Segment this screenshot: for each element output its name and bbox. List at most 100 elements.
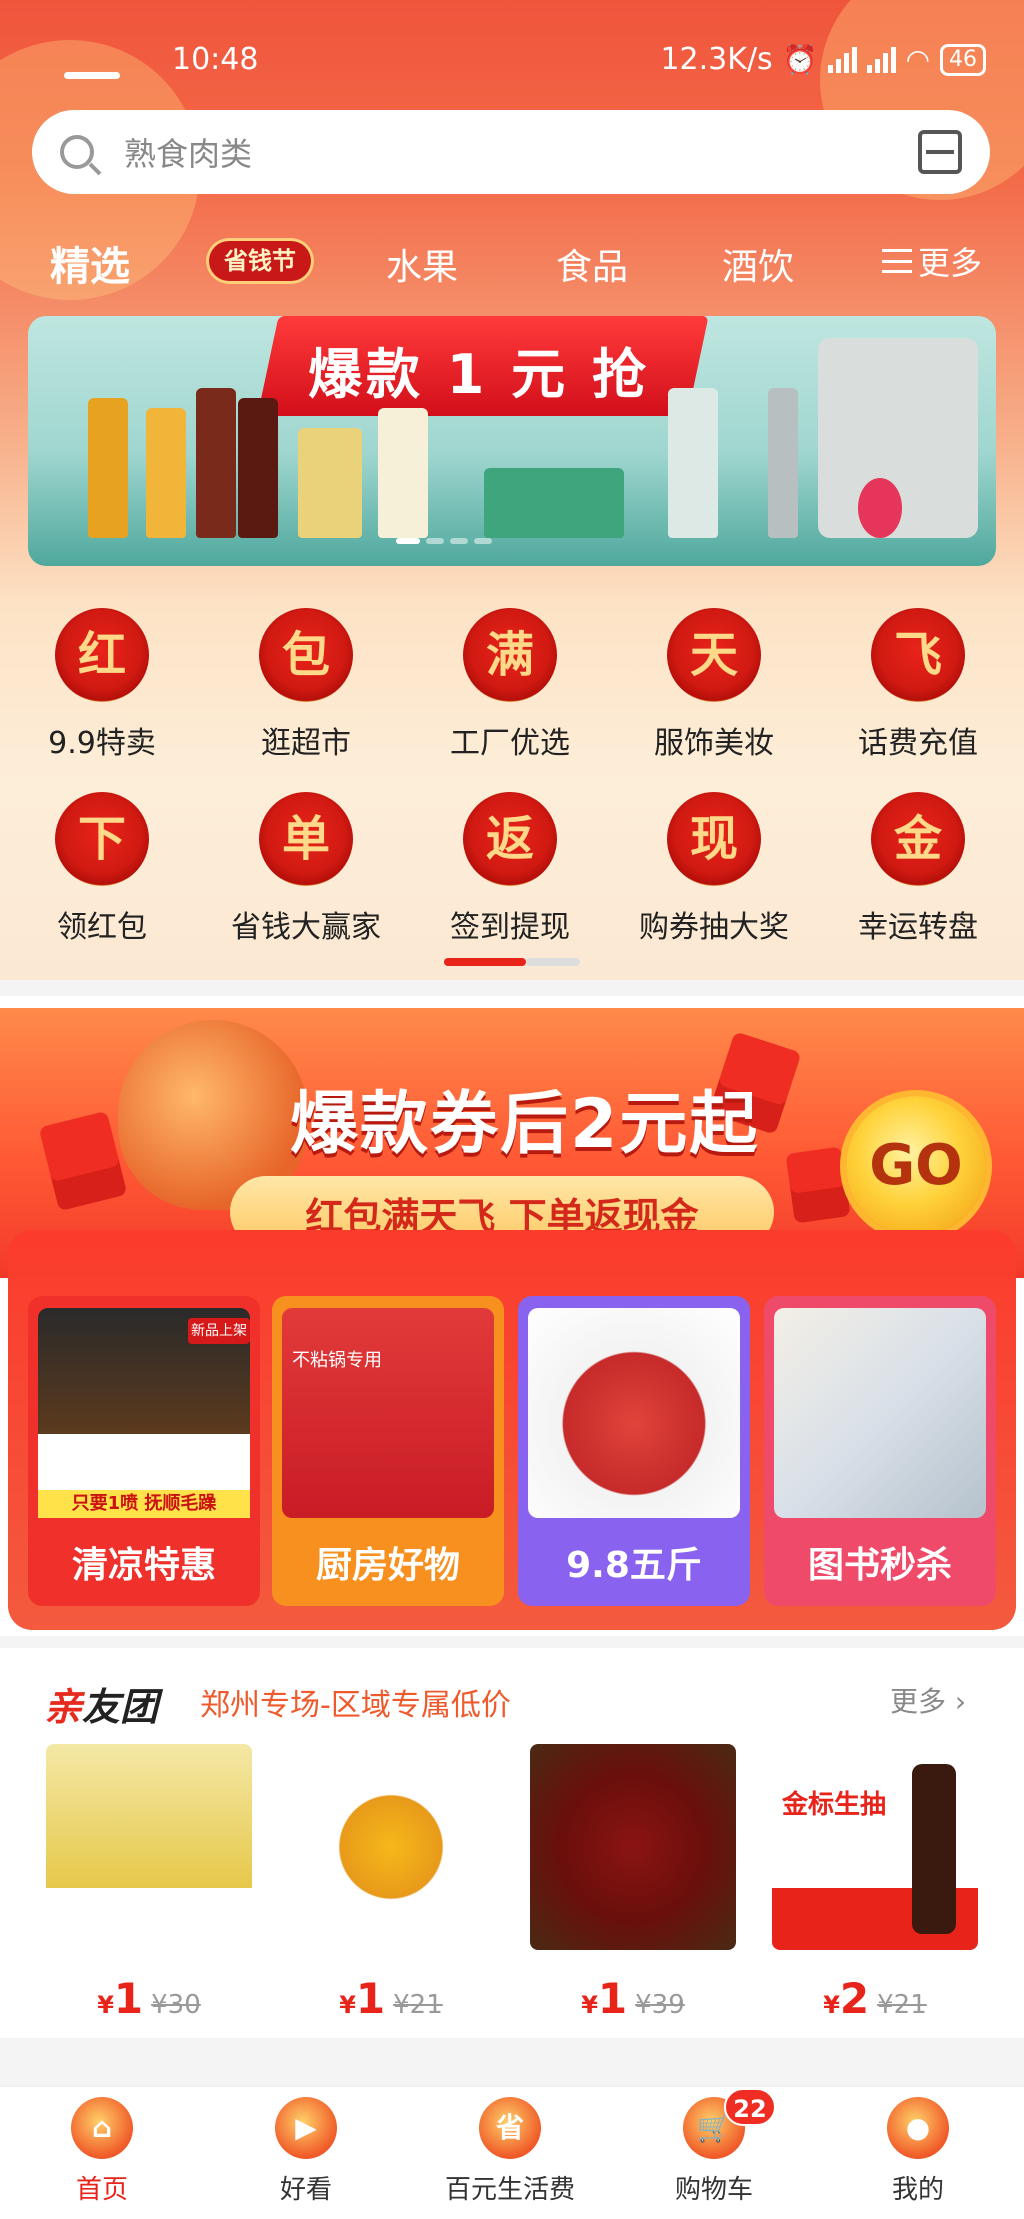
product-price: ¥1 ¥30 [46, 1974, 252, 2023]
battery-icon: 46 [940, 43, 986, 76]
coin-icon: 单 [259, 792, 353, 886]
banner-title: 爆款 1 元 抢 [308, 343, 650, 406]
group-more-link[interactable]: 更多 › [890, 1680, 966, 1720]
price-value: 1 [113, 1974, 144, 2023]
nav-home[interactable]: ⌂ 首页 [2, 2097, 202, 2206]
nav-cart[interactable]: 🛒 购物车 [614, 2097, 814, 2206]
search-icon [60, 135, 94, 169]
product-flower [858, 478, 902, 538]
tab-more-label: 更多 [918, 244, 983, 282]
group-logo-b: 友团 [82, 1684, 159, 1729]
video-glyph: ▶ [295, 2111, 317, 2144]
new-badge: 新品上架 [188, 1318, 250, 1344]
network-speed: 12.3K/s [660, 42, 773, 77]
cart-count-badge: 22 [724, 2088, 776, 2126]
product-bottle [146, 408, 186, 538]
card-label: 图书秒杀 [807, 1545, 952, 1586]
app-screen: 10:48 12.3K/s ⏰ ◠ 46 熟食肉类 精选 水果 食品 酒饮 省钱… [0, 0, 1024, 2219]
save-icon: 省 [479, 2097, 541, 2159]
currency-symbol: ¥ [97, 1991, 114, 2019]
tab-fruit[interactable]: 水果 [386, 238, 458, 290]
original-price: ¥39 [635, 1990, 685, 2020]
banner-pagination [396, 538, 492, 544]
card-label: 厨房好物 [315, 1545, 460, 1586]
search-bar[interactable]: 熟食肉类 [32, 110, 990, 194]
nav-label: 我的 [891, 2175, 944, 2205]
wifi-icon: ◠ [905, 43, 930, 76]
card-label: 清凉特惠 [71, 1545, 216, 1586]
category-item[interactable]: 返签到提现 [408, 792, 612, 946]
coin-icon: 飞 [871, 608, 965, 702]
product-image-dates [530, 1744, 736, 1950]
category-item[interactable]: 单省钱大赢家 [204, 792, 408, 946]
category-label: 逛超市 [261, 726, 351, 761]
category-item[interactable]: 飞话费充值 [816, 608, 1020, 762]
hero-banner[interactable]: 爆款 1 元 抢 [28, 316, 996, 566]
nav-label: 好看 [279, 2175, 332, 2205]
currency-symbol: ¥ [581, 1991, 598, 2019]
promo-card-fruit[interactable]: 9.8五斤 [518, 1296, 750, 1606]
product-image-rice [46, 1744, 252, 1950]
coin-icon: 满 [463, 608, 557, 702]
product-bottle [88, 398, 128, 538]
tab-drinks[interactable]: 酒饮 [722, 238, 794, 290]
coin-icon: 红 [55, 608, 149, 702]
category-label: 购券抽大奖 [639, 910, 789, 945]
bottom-nav: ⌂ 首页 ▶ 好看 省 百元生活费 🛒 购物车 ● 我的 [0, 2086, 1024, 2219]
profile-glyph: ● [905, 2111, 931, 2144]
pager-inactive [526, 958, 580, 966]
original-price: ¥21 [393, 1990, 443, 2020]
category-item[interactable]: 现购券抽大奖 [612, 792, 816, 946]
category-label: 领红包 [57, 910, 147, 945]
card-image [528, 1308, 740, 1518]
promo-card-cool[interactable]: 新品上架 只要1喷 抚顺毛躁 清凉特惠 [28, 1296, 260, 1606]
category-item[interactable]: 包逛超市 [204, 608, 408, 762]
status-right: 12.3K/s ⏰ ◠ 46 [660, 42, 986, 77]
active-tab-indicator [64, 72, 120, 79]
grid-pagination [444, 958, 580, 966]
sauce-bottle [912, 1764, 956, 1934]
nav-label: 百元生活费 [444, 2175, 575, 2205]
go-button[interactable]: GO [846, 1096, 986, 1236]
card-caption: 不粘锅专用 [292, 1350, 382, 1371]
category-item[interactable]: 红 9.9特卖 [0, 608, 204, 762]
tab-more[interactable]: 更多 [882, 238, 982, 284]
category-label: 幸运转盘 [858, 910, 978, 945]
status-time: 10:48 [172, 42, 259, 77]
coin-icon: 下 [55, 792, 149, 886]
promo-card-kitchen[interactable]: 不粘锅专用 厨房好物 [272, 1296, 504, 1606]
product-card[interactable]: ¥1 ¥21 [288, 1744, 494, 2023]
group-logo-a: 亲 [44, 1684, 83, 1729]
profile-icon: ● [887, 2097, 949, 2159]
promo-card-books[interactable]: 图书秒杀 [764, 1296, 996, 1606]
original-price: ¥21 [877, 1990, 927, 2020]
category-item[interactable]: 下领红包 [0, 792, 204, 946]
alarm-clock-icon: ⏰ [782, 43, 818, 76]
banner-dot [426, 538, 444, 544]
coin-icon: 包 [259, 608, 353, 702]
product-card[interactable]: 金标生抽 ¥2 ¥21 [772, 1744, 978, 2023]
nav-profile[interactable]: ● 我的 [818, 2097, 1018, 2206]
coin-icon: 返 [463, 792, 557, 886]
pager-active [444, 958, 526, 966]
category-item[interactable]: 满工厂优选 [408, 608, 612, 762]
coin-icon: 金 [871, 792, 965, 886]
scan-icon[interactable] [918, 130, 962, 174]
category-item[interactable]: 金幸运转盘 [816, 792, 1020, 946]
tab-saving-festival[interactable]: 省钱节 [206, 238, 314, 284]
search-input[interactable]: 熟食肉类 [124, 129, 918, 175]
category-label: 省钱大赢家 [231, 910, 381, 945]
nav-living-allowance[interactable]: 省 百元生活费 [410, 2097, 610, 2206]
product-bottle [196, 388, 236, 538]
tab-food[interactable]: 食品 [556, 238, 628, 290]
product-card[interactable]: ¥1 ¥30 [46, 1744, 252, 2023]
tab-featured[interactable]: 精选 [50, 234, 130, 292]
signal-icon [827, 46, 857, 73]
group-logo: 亲友团 [44, 1676, 158, 1731]
category-item[interactable]: 天服饰美妆 [612, 608, 816, 762]
product-card[interactable]: ¥1 ¥39 [530, 1744, 736, 2023]
status-bar: 10:48 12.3K/s ⏰ ◠ 46 [0, 38, 1024, 82]
nav-label: 首页 [75, 2175, 128, 2205]
price-value: 1 [355, 1974, 386, 2023]
nav-watch[interactable]: ▶ 好看 [206, 2097, 406, 2206]
